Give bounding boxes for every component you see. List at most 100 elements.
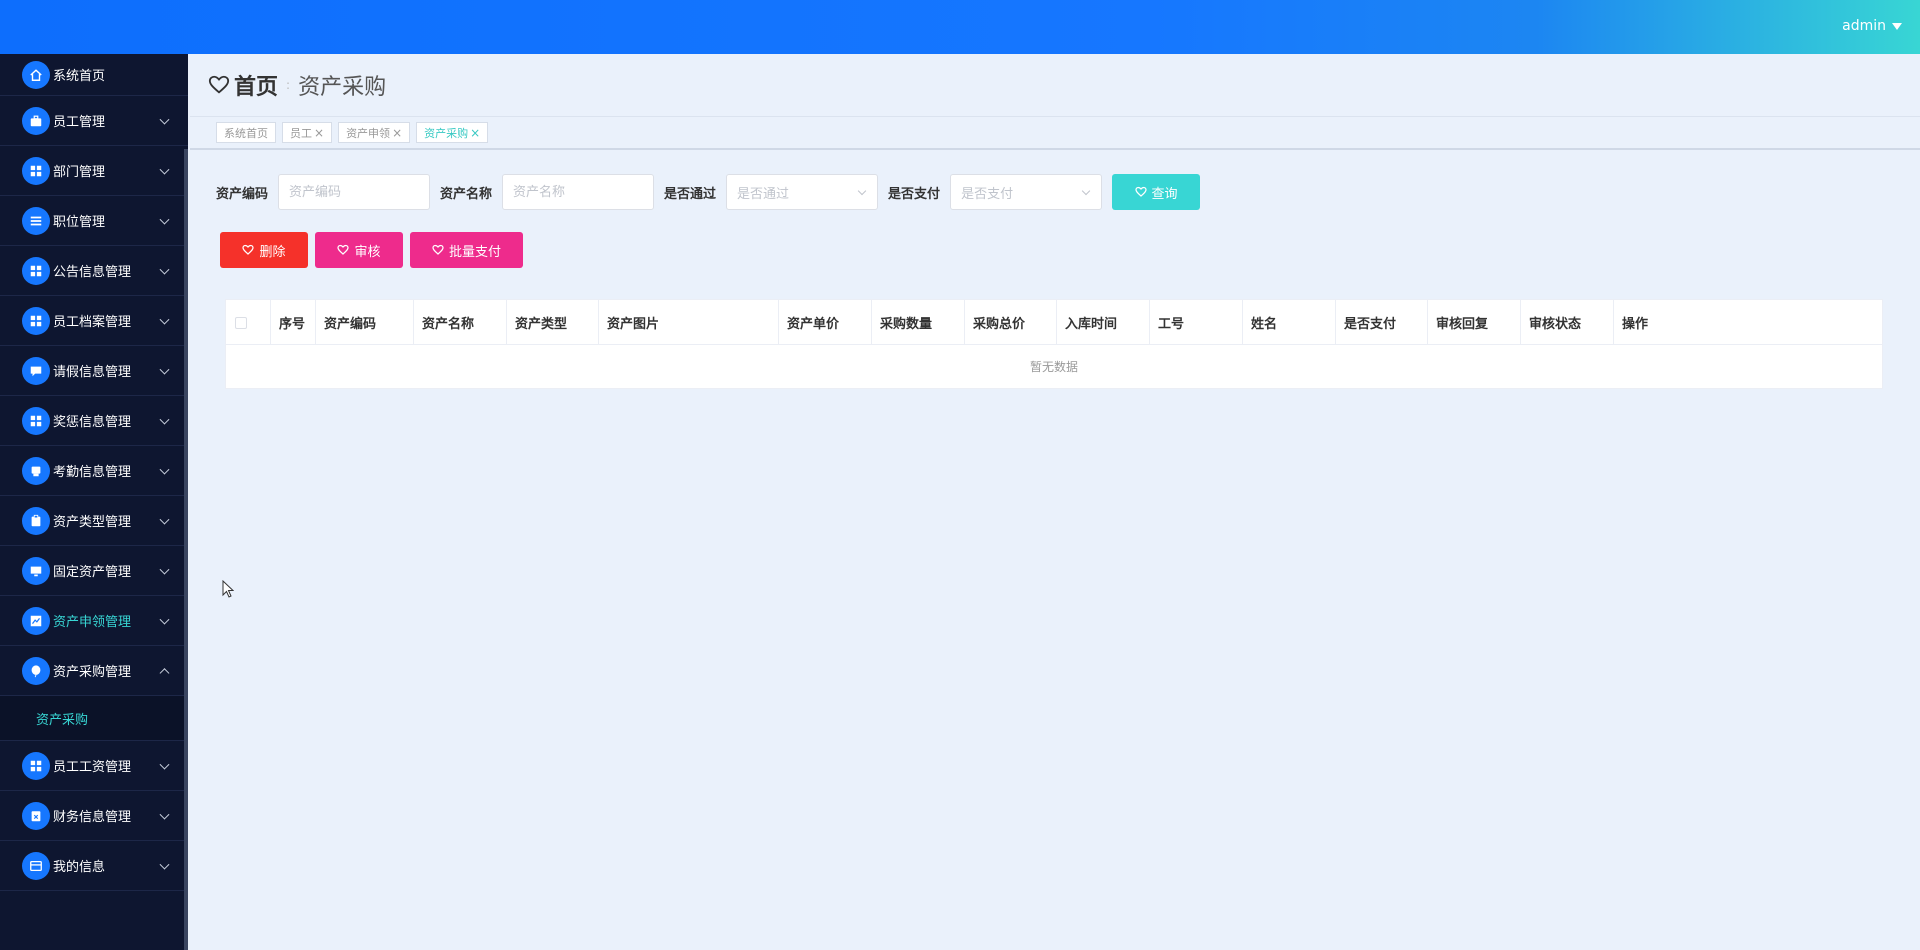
sidebar-item-position[interactable]: 职位管理 xyxy=(0,196,188,246)
printer-icon xyxy=(22,456,50,485)
column-header: 资产类型 xyxy=(507,300,599,345)
query-button[interactable]: 查询 xyxy=(1112,174,1201,210)
column-header: 审核回复 xyxy=(1428,300,1521,345)
tab-label: 资产采购 xyxy=(424,126,469,140)
tab-employee[interactable]: 员工 × xyxy=(282,122,333,143)
grid-icon xyxy=(22,156,50,185)
chevron-down-icon xyxy=(159,514,170,525)
username: admin xyxy=(1842,18,1886,34)
sidebar-item-asset-purchase[interactable]: 资产采购管理 xyxy=(0,646,188,696)
sidebar-item-asset-type[interactable]: 资产类型管理 xyxy=(0,496,188,546)
query-button-label: 查询 xyxy=(1151,185,1178,201)
chevron-down-icon xyxy=(159,164,170,175)
tab-asset-purchase[interactable]: 资产采购 × xyxy=(416,122,489,143)
delete-button-label: 删除 xyxy=(259,243,286,259)
caret-down-icon xyxy=(1892,22,1902,30)
sidebar-item-label: 公告信息管理 xyxy=(53,265,132,280)
breadcrumb: 首页 : 资产采购 xyxy=(190,54,1920,116)
paid-select-placeholder: 是否支付 xyxy=(961,186,1014,202)
sidebar-item-label: 职位管理 xyxy=(53,215,106,230)
tab-asset-claim[interactable]: 资产申领 × xyxy=(338,122,411,143)
chevron-down-icon xyxy=(857,186,867,196)
sidebar-item-reward[interactable]: 奖惩信息管理 xyxy=(0,396,188,446)
column-header: 资产单价 xyxy=(779,300,872,345)
audit-button[interactable]: 审核 xyxy=(315,232,403,268)
heart-icon xyxy=(337,244,350,255)
chevron-down-icon xyxy=(159,114,170,125)
sidebar-item-employee[interactable]: 员工管理 xyxy=(0,96,188,146)
passed-select[interactable]: 是否通过 xyxy=(726,174,879,210)
column-header: 资产编码 xyxy=(316,300,414,345)
select-all-checkbox[interactable] xyxy=(235,316,247,329)
tabs-bar: 系统首页 员工 × 资产申领 × 资产采购 × xyxy=(190,116,1920,150)
main-content: 首页 : 资产采购 系统首页 员工× 资产申领× 资产采购× 资产编码 资产名称… xyxy=(190,54,1920,950)
sidebar-item-salary[interactable]: 员工工资管理 xyxy=(0,741,188,791)
column-header: 操作 xyxy=(1622,317,1649,332)
tab-label: 资产申领 xyxy=(346,126,391,140)
close-icon[interactable]: × xyxy=(470,126,480,140)
chevron-down-icon xyxy=(159,614,170,625)
chevron-up-icon xyxy=(159,667,170,678)
sidebar-item-fixed-asset[interactable]: 固定资产管理 xyxy=(0,546,188,596)
audit-button-label: 审核 xyxy=(354,243,381,259)
sidebar-item-department[interactable]: 部门管理 xyxy=(0,146,188,196)
column-header: 资产图片 xyxy=(599,300,779,345)
grid-icon xyxy=(22,406,50,435)
tab-home[interactable]: 系统首页 xyxy=(216,122,276,143)
sidebar-item-label: 考勤信息管理 xyxy=(53,465,132,480)
breadcrumb-separator: : xyxy=(286,78,291,92)
sidebar-item-leave[interactable]: 请假信息管理 xyxy=(0,346,188,396)
asset-name-input[interactable] xyxy=(502,174,655,210)
grid-icon xyxy=(22,306,50,335)
sidebar-subitem-asset-purchase[interactable]: 资产采购 xyxy=(0,696,188,741)
asset-name-label: 资产名称 xyxy=(440,186,493,202)
chevron-down-icon xyxy=(159,564,170,575)
asset-code-label: 资产编码 xyxy=(216,186,269,202)
chevron-down-icon xyxy=(159,314,170,325)
sidebar-item-my-info[interactable]: 我的信息 xyxy=(0,841,188,891)
grid-icon xyxy=(22,751,50,780)
close-icon[interactable]: × xyxy=(392,126,402,140)
chevron-down-icon xyxy=(159,414,170,425)
sidebar-item-home[interactable]: 系统首页 xyxy=(0,54,188,96)
chevron-down-icon xyxy=(159,859,170,870)
column-header: 入库时间 xyxy=(1057,300,1150,345)
sidebar-item-asset-claim[interactable]: 资产申领管理 xyxy=(0,596,188,646)
chevron-down-icon xyxy=(159,364,170,375)
sidebar-item-label: 资产申领管理 xyxy=(53,615,132,630)
heart-icon xyxy=(208,75,230,94)
sidebar-item-label: 固定资产管理 xyxy=(53,565,132,580)
sidebar: 系统首页 员工管理 部门管理 职位管理 公告信息管理 员工档案管理 请假信息管理… xyxy=(0,54,188,950)
sidebar-scrollbar[interactable] xyxy=(184,149,188,950)
delete-button[interactable]: 删除 xyxy=(220,232,308,268)
mouse-cursor-icon xyxy=(222,580,234,598)
chevron-down-icon xyxy=(159,264,170,275)
chevron-down-icon xyxy=(159,759,170,770)
sidebar-item-attendance[interactable]: 考勤信息管理 xyxy=(0,446,188,496)
sidebar-item-notice[interactable]: 公告信息管理 xyxy=(0,246,188,296)
breadcrumb-home[interactable]: 首页 xyxy=(234,69,278,101)
column-header: 采购总价 xyxy=(965,300,1057,345)
column-header: 采购数量 xyxy=(872,300,965,345)
sidebar-item-label: 资产类型管理 xyxy=(53,515,132,530)
batch-pay-button[interactable]: 批量支付 xyxy=(410,232,523,268)
empty-state: 暂无数据 xyxy=(1029,360,1078,374)
chevron-down-icon xyxy=(1081,186,1091,196)
close-icon[interactable]: × xyxy=(314,126,324,140)
passed-select-placeholder: 是否通过 xyxy=(737,186,790,202)
chevron-down-icon xyxy=(159,464,170,475)
paid-select[interactable]: 是否支付 xyxy=(950,174,1103,210)
list-icon xyxy=(22,206,50,235)
sidebar-item-finance[interactable]: 财务信息管理 xyxy=(0,791,188,841)
chat-icon xyxy=(22,356,50,385)
sidebar-item-archive[interactable]: 员工档案管理 xyxy=(0,296,188,346)
column-header: 工号 xyxy=(1150,300,1243,345)
chart-icon xyxy=(22,606,50,635)
sidebar-item-label: 员工工资管理 xyxy=(53,760,132,775)
briefcase-icon xyxy=(22,106,50,135)
user-menu[interactable]: admin xyxy=(1842,18,1902,34)
monitor-icon xyxy=(22,556,50,585)
search-form: 资产编码 资产名称 是否通过 是否通过 是否支付 是否支付 查询 xyxy=(216,174,1201,210)
asset-code-input[interactable] xyxy=(278,174,431,210)
chevron-down-icon xyxy=(159,809,170,820)
